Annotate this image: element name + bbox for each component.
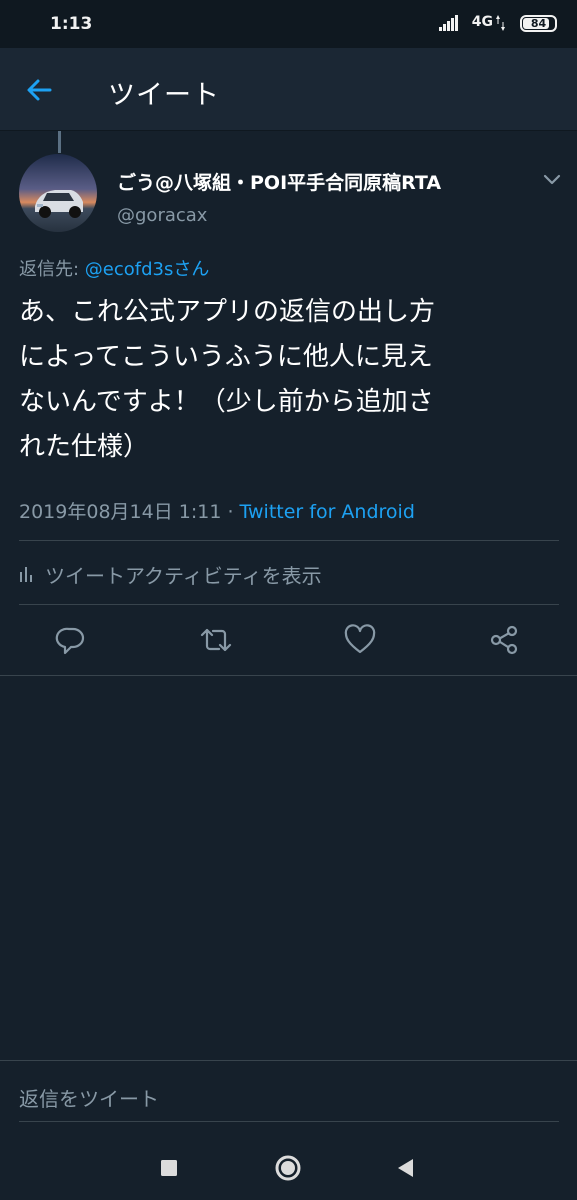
tweet-activity-label: ツイートアクティビティを表示: [45, 564, 322, 588]
reply-to-line: 返信先: @ecofd3sさん: [19, 255, 209, 281]
share-button[interactable]: [486, 622, 522, 658]
heart-icon: [344, 624, 376, 654]
tweet-text: あ、これ公式アプリの返信の出し方 によってこういうふうに他人に見え ないんですよ…: [19, 290, 564, 470]
circle-icon: [275, 1155, 301, 1181]
like-button[interactable]: [342, 622, 378, 658]
tweet-text-line: れた仕様）: [19, 432, 150, 462]
status-time: 1:13: [50, 14, 93, 34]
tweet-options-button[interactable]: [539, 166, 565, 192]
tweet-timestamp: 2019年08月14日 1:11 ·: [19, 501, 240, 523]
network-type-label: 4G: [471, 14, 493, 30]
battery-indicator: 84: [520, 15, 557, 32]
reply-input-underline: [19, 1121, 559, 1122]
status-icons: 4G 84: [397, 13, 557, 35]
tweet-source-link[interactable]: Twitter for Android: [240, 501, 415, 523]
author-display-name[interactable]: ごう@八塚組・POI平手合同原稿RTA: [117, 168, 441, 195]
tweet-detail-screen: 1:13 4G 84 ツイート ごう@八塚組・POI平手合同原稿RTA @gor…: [0, 0, 577, 1200]
thread-connector-line: [58, 131, 61, 153]
page-title: ツイート: [108, 80, 220, 111]
author-avatar[interactable]: [19, 154, 97, 232]
home-button[interactable]: [270, 1150, 306, 1186]
tweet-meta: 2019年08月14日 1:11 · Twitter for Android: [19, 497, 415, 524]
share-icon: [490, 625, 518, 655]
chevron-down-icon: [543, 174, 561, 185]
tweet-text-line: ないんですよ！（少し前から追加さ: [19, 387, 434, 417]
square-icon: [161, 1160, 177, 1176]
bar-chart-icon: [20, 567, 32, 582]
app-header: ツイート: [0, 48, 577, 131]
tweet-text-line: によってこういうふうに他人に見え: [19, 342, 433, 372]
divider: [19, 604, 559, 605]
signal-icon: [439, 15, 458, 31]
tweet-text-line: あ、これ公式アプリの返信の出し方: [19, 297, 436, 327]
reply-composer: 返信をツイート: [0, 1060, 577, 1135]
recents-button[interactable]: [151, 1150, 187, 1186]
battery-level-label: 84: [530, 17, 547, 30]
reply-to-prefix: 返信先:: [19, 259, 85, 280]
back-button[interactable]: [20, 70, 60, 110]
reply-input[interactable]: 返信をツイート: [19, 1083, 159, 1112]
status-bar: 1:13 4G 84: [0, 0, 577, 48]
retweet-button[interactable]: [198, 622, 234, 658]
reply-mention-link[interactable]: @ecofd3sさん: [85, 259, 210, 280]
retweet-icon: [200, 628, 232, 652]
reply-button[interactable]: [53, 622, 89, 658]
arrow-left-icon: [27, 79, 52, 101]
divider: [19, 540, 559, 541]
author-username[interactable]: @goracax: [117, 205, 207, 226]
data-arrows-icon: [496, 15, 505, 31]
divider: [0, 675, 577, 676]
triangle-back-icon: [398, 1159, 413, 1177]
avatar-car-photo: [19, 154, 97, 232]
system-nav-bar: [0, 1135, 577, 1200]
system-back-button[interactable]: [389, 1150, 425, 1186]
reply-icon: [55, 627, 85, 655]
